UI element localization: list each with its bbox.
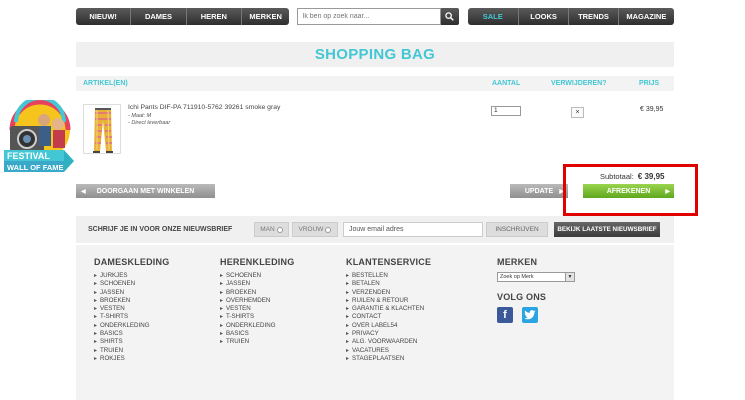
footer-link[interactable]: CONTACT [346,313,431,321]
facebook-icon[interactable]: f [497,307,513,323]
twitter-bird-icon [524,310,536,320]
footer-link[interactable]: BESTELLEN [346,272,431,280]
brand-select[interactable]: Zoek op Merk ▼ [497,272,575,282]
footer-link[interactable]: SHIRTS [94,338,169,346]
footer-link[interactable]: TRUIEN [220,338,294,346]
facebook-glyph: f [503,309,507,321]
footer-col-dames: DAMESKLEDING JURKJES SCHOENEN JASSEN BRO… [94,257,169,363]
update-label: UPDATE [524,187,554,195]
twitter-icon[interactable] [522,307,538,323]
footer-link[interactable]: SCHOENEN [220,272,294,280]
newsletter-bar: SCHRIJF JE IN VOOR ONZE NIEUWSBRIEF MAN … [76,216,674,243]
badge-line1: FESTIVAL [7,151,50,161]
nav-magazine[interactable]: MAGAZINE [618,8,674,25]
radio-circle-icon [325,226,332,233]
footer-col-merken: MERKEN Zoek op Merk ▼ VOLG ONS f [497,257,575,323]
footer-title-merken: MERKEN [497,257,538,267]
product-price: € 39,95 [640,106,664,113]
footer-link[interactable]: BROEKEN [94,297,169,305]
update-button[interactable]: UPDATE ▶ [510,184,568,198]
footer-link[interactable]: JASSEN [94,289,169,297]
nav-brands[interactable]: MERKEN [241,8,290,25]
title-bar: SHOPPING BAG [76,42,674,67]
footer-link[interactable]: JURKJES [94,272,169,280]
nav-new[interactable]: NIEUW! [76,8,132,25]
footer-link[interactable]: STAGEPLAATSEN [346,355,431,363]
footer-link[interactable]: GARANTIE & KLACHTEN [346,305,431,313]
header-quantity: AANTAL [492,80,521,87]
radio-woman[interactable]: VROUW [292,222,338,237]
header-price: PRIJS [639,80,660,87]
header-remove: VERWIJDEREN? [551,80,607,87]
footer-link[interactable]: ROKJES [94,355,169,363]
footer-link[interactable]: VESTEN [94,305,169,313]
footer-link[interactable]: VERZENDEN [346,289,431,297]
search-button[interactable] [440,8,459,25]
footer-link[interactable]: VESTEN [220,305,294,313]
footer-link[interactable]: T-SHIRTS [220,313,294,321]
product-thumbnail[interactable] [83,104,121,154]
continue-shopping-label: DOORGAAN MET WINKELEN [96,187,195,195]
footer-link[interactable]: BETALEN [346,280,431,288]
footer-link[interactable]: BROEKEN [220,289,294,297]
footer-title-dames: DAMESKLEDING [94,257,170,267]
pants-image [84,105,120,153]
nav-women[interactable]: DAMES [131,8,187,25]
nav-sale[interactable]: SALE [467,8,519,25]
newsletter-email-input[interactable]: Jouw email adres [343,222,483,237]
footer-link[interactable]: RUILEN & RETOUR [346,297,431,305]
footer-link[interactable]: OVER LABEL54 [346,322,431,330]
footer-col-heren: HERENKLEDING SCHOENEN JASSEN BROEKEN OVE… [220,257,294,347]
footer-link[interactable]: PRIVACY [346,330,431,338]
header-article: ARTIKEL(EN) [83,80,128,87]
remove-item-button[interactable]: × [571,107,584,118]
footer-link[interactable]: BASICS [220,330,294,338]
footer-link[interactable]: T-SHIRTS [94,313,169,321]
search-icon [445,12,454,21]
footer: DAMESKLEDING JURKJES SCHOENEN JASSEN BRO… [76,245,674,400]
nav-trends[interactable]: TRENDS [569,8,619,25]
footer-link[interactable]: ALG. VOORWAARDEN [346,338,431,346]
badge-line2: WALL OF FAME [7,163,64,172]
footer-link[interactable]: OVERHEMDEN [220,297,294,305]
radio-circle-icon [276,226,283,233]
search-input[interactable] [297,8,441,25]
chevron-down-icon: ▼ [565,273,574,281]
footer-link[interactable]: BASICS [94,330,169,338]
footer-title-heren: HERENKLEDING [220,257,295,267]
radio-man[interactable]: MAN [254,222,289,237]
festival-wall-of-fame-badge[interactable]: FESTIVAL WALL OF FAME [2,100,78,180]
continue-shopping-button[interactable]: ◀ DOORGAAN MET WINKELEN [76,184,215,198]
nav-men[interactable]: HEREN [186,8,242,25]
social-links: f [497,307,575,323]
cart-table-header: ARTIKEL(EN) AANTAL VERWIJDEREN? PRIJS [76,76,674,91]
footer-link[interactable]: TRUIEN [94,347,169,355]
highlight-box [563,164,698,216]
radio-man-label: MAN [260,226,275,233]
footer-title-service: KLANTENSERVICE [346,257,432,267]
footer-link[interactable]: ONDERKLEDING [94,322,169,330]
top-navigation: NIEUW! DAMES HEREN MERKEN SALE LOOKS TRE… [76,8,674,25]
nav-looks[interactable]: LOOKS [518,8,570,25]
product-availability: - Direct leverbaar [128,120,171,126]
page-title: SHOPPING BAG [314,46,436,63]
footer-title-volg: VOLG ONS [497,292,547,302]
quantity-input[interactable]: 1 [491,106,521,116]
newsletter-label: SCHRIJF JE IN VOOR ONZE NIEUWSBRIEF [88,226,233,233]
footer-link[interactable]: SCHOENEN [94,280,169,288]
footer-col-service: KLANTENSERVICE BESTELLEN BETALEN VERZEND… [346,257,431,363]
footer-link[interactable]: ONDERKLEDING [220,322,294,330]
brand-select-value: Zoek op Merk [500,274,534,280]
nav-left-group: NIEUW! DAMES HEREN MERKEN [76,8,290,25]
product-name[interactable]: Ichi Pants DIF-PA 711910-5762 39261 smok… [128,104,280,111]
arrow-left-icon: ◀ [81,188,86,195]
view-latest-newsletter-button[interactable]: BEKIJK LAATSTE NIEUWSBRIEF [554,222,660,237]
product-size: - Maat: M [128,113,152,119]
footer-link[interactable]: JASSEN [220,280,294,288]
footer-link[interactable]: VACATURES [346,347,431,355]
radio-woman-label: VROUW [298,226,324,233]
nav-right-group: SALE LOOKS TRENDS MAGAZINE [467,8,674,25]
subscribe-button[interactable]: INSCHRIJVEN [486,222,548,237]
